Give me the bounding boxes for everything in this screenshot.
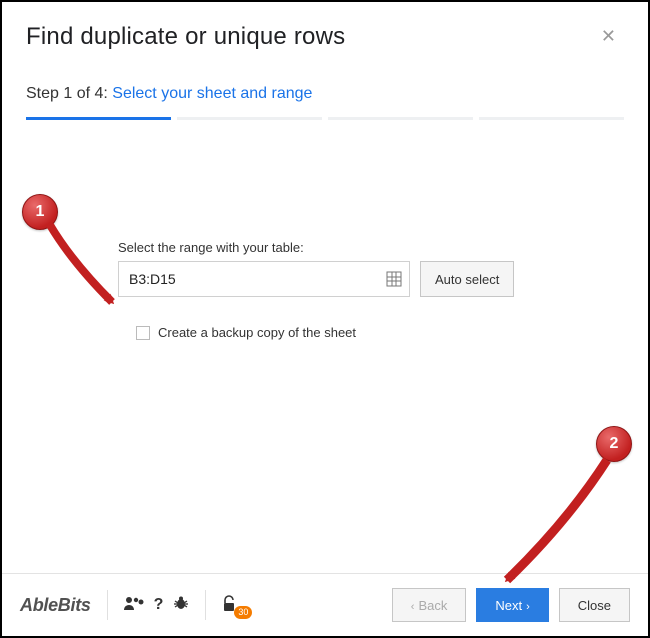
step-link[interactable]: Select your sheet and range [112,85,312,102]
annotation-badge-2: 2 [596,426,632,462]
step-indicator: Step 1 of 4: Select your sheet and range [2,57,648,111]
back-button[interactable]: ‹Back [392,588,467,622]
progress-seg-3 [328,117,473,120]
range-label: Select the range with your table: [118,240,624,255]
step-prefix: Step 1 of 4: [26,85,112,102]
progress-seg-2 [177,117,322,120]
progress-seg-1 [26,117,171,120]
backup-label: Create a backup copy of the sheet [158,325,356,340]
bug-icon[interactable] [173,595,189,615]
backup-checkbox[interactable] [136,326,150,340]
divider [107,590,108,620]
trial-badge: 30 [234,606,252,619]
progress-bar [2,111,648,120]
back-button-label: Back [418,598,447,613]
help-icon[interactable]: ? [154,597,164,613]
auto-select-button[interactable]: Auto select [420,261,514,297]
lock-icon[interactable]: 30 [222,595,244,615]
range-input[interactable] [118,261,410,297]
next-button-label: Next [495,598,522,613]
users-icon[interactable] [124,596,144,614]
close-icon[interactable]: ✕ [593,22,624,51]
select-range-icon[interactable] [386,271,402,287]
brand-logo: AbleBits [20,595,91,616]
divider [205,590,206,620]
next-button[interactable]: Next› [476,588,548,622]
dialog-title: Find duplicate or unique rows [26,23,345,51]
progress-seg-4 [479,117,624,120]
close-button[interactable]: Close [559,588,630,622]
